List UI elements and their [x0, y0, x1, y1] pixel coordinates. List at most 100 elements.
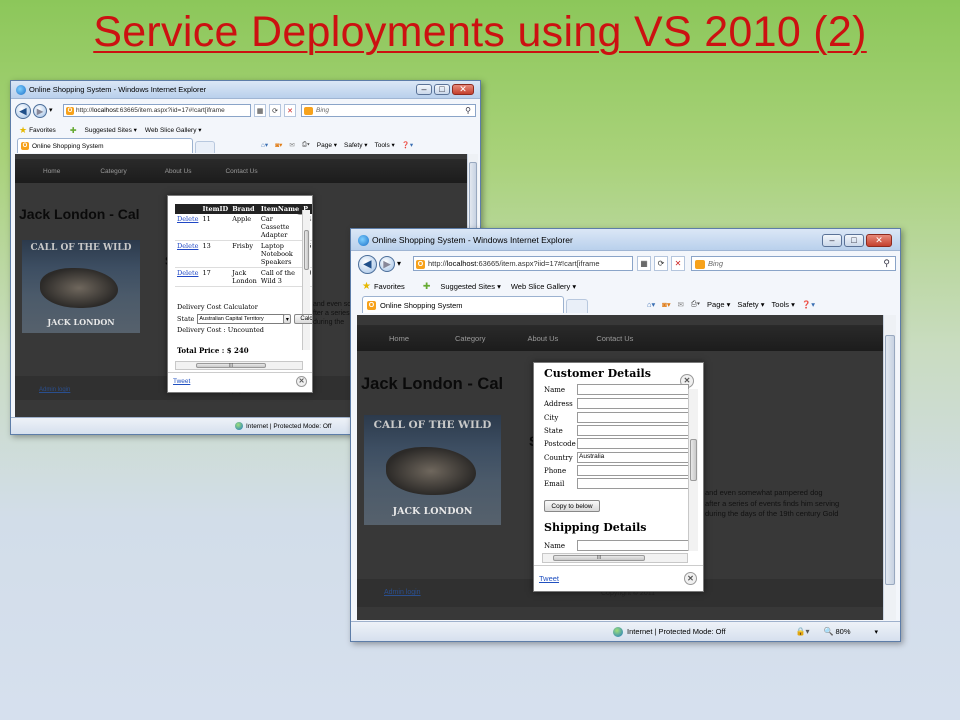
page-menu[interactable]: Page ▾: [317, 141, 337, 149]
nav-contact[interactable]: Contact Us: [225, 168, 257, 175]
delete-link[interactable]: Delete: [177, 242, 198, 250]
new-tab-button[interactable]: [195, 141, 215, 153]
web-slice-gallery-link[interactable]: Web Slice Gallery ▾: [145, 126, 202, 134]
add-favorite-icon[interactable]: ✚: [70, 126, 77, 135]
new-tab-button[interactable]: [566, 299, 588, 313]
tweet-link[interactable]: Tweet: [539, 574, 559, 583]
copy-to-below-button[interactable]: Copy to below: [544, 500, 600, 512]
compat-view-icon[interactable]: ▦: [637, 256, 651, 271]
nav-category[interactable]: Category: [455, 334, 485, 343]
footer-close-icon[interactable]: ✕: [296, 376, 307, 387]
name-input[interactable]: [577, 384, 689, 395]
favorites-button[interactable]: Favorites: [29, 127, 56, 134]
tools-menu[interactable]: Tools ▾: [375, 141, 395, 149]
zoom-level[interactable]: 80%: [835, 627, 850, 636]
nav-contact[interactable]: Contact Us: [596, 334, 633, 343]
close-button[interactable]: ✕: [866, 234, 892, 247]
help-icon[interactable]: ❓▾: [802, 300, 815, 309]
compat-view-icon[interactable]: ▦: [254, 104, 266, 117]
phone-input[interactable]: [577, 465, 689, 476]
safety-menu[interactable]: Safety ▾: [737, 300, 764, 309]
feeds-icon[interactable]: ◙▾: [275, 141, 282, 149]
web-slice-gallery-link[interactable]: Web Slice Gallery ▾: [511, 282, 576, 291]
cart-horizontal-scrollbar[interactable]: III: [175, 361, 303, 370]
refresh-icon[interactable]: ⟳: [654, 256, 668, 271]
customer-details-heading: Customer Details: [544, 367, 651, 380]
col-itemname: ItemName: [258, 204, 302, 214]
tools-menu[interactable]: Tools ▾: [772, 300, 795, 309]
zoom-icon[interactable]: 🔍: [824, 627, 834, 636]
postcode-input[interactable]: [577, 438, 689, 449]
help-icon[interactable]: ❓▾: [402, 141, 413, 149]
minimize-button[interactable]: –: [822, 234, 842, 247]
feeds-icon[interactable]: ◙▾: [662, 300, 670, 309]
state-input[interactable]: [577, 425, 689, 436]
history-dropdown-icon[interactable]: ▾: [49, 106, 53, 114]
calc-button[interactable]: Calc: [294, 314, 312, 324]
phone-field: Phone: [544, 465, 694, 476]
nav-home[interactable]: Home: [43, 168, 60, 175]
admin-login-link[interactable]: Admin login: [39, 387, 70, 393]
history-dropdown-icon[interactable]: ▾: [397, 259, 401, 268]
delete-link[interactable]: Delete: [177, 215, 198, 223]
minimize-button[interactable]: –: [416, 84, 432, 95]
nav-about[interactable]: About Us: [165, 168, 192, 175]
tweet-link[interactable]: Tweet: [173, 378, 190, 385]
state-select[interactable]: Australian Capital Territory: [197, 314, 285, 324]
maximize-button[interactable]: □: [844, 234, 864, 247]
country-input[interactable]: Australia: [577, 452, 689, 463]
search-icon[interactable]: ⚲: [465, 106, 471, 115]
add-favorite-icon[interactable]: ✚: [423, 281, 431, 292]
admin-login-link[interactable]: Admin login: [384, 589, 421, 596]
address-input[interactable]: [577, 398, 689, 409]
shipping-name-input[interactable]: [577, 540, 689, 551]
page-vertical-scrollbar[interactable]: [883, 315, 896, 620]
delete-link[interactable]: Delete: [177, 269, 198, 277]
details-horizontal-scrollbar[interactable]: III: [542, 553, 688, 563]
search-box[interactable]: Bing ⚲: [301, 104, 476, 117]
stop-icon[interactable]: ✕: [284, 104, 296, 117]
home-icon[interactable]: ⌂▾: [261, 141, 268, 149]
page-menu[interactable]: Page ▾: [707, 300, 730, 309]
nav-home[interactable]: Home: [389, 334, 409, 343]
security-icon[interactable]: 🔒▾: [796, 627, 810, 636]
state-dropdown-icon[interactable]: ▾: [283, 314, 292, 324]
home-icon[interactable]: ⌂▾: [647, 300, 655, 309]
forward-button[interactable]: ▶: [379, 256, 395, 272]
favorites-button[interactable]: Favorites: [374, 282, 405, 291]
nav-category[interactable]: Category: [100, 168, 126, 175]
close-button[interactable]: ✕: [452, 84, 474, 95]
suggested-sites-link[interactable]: Suggested Sites ▾: [85, 126, 137, 134]
mail-icon[interactable]: ✉: [289, 141, 294, 149]
details-vertical-scrollbar[interactable]: [688, 389, 698, 551]
maximize-button[interactable]: □: [434, 84, 450, 95]
back-button[interactable]: ◀: [15, 103, 31, 119]
tab-online-shopping[interactable]: O Online Shopping System: [362, 296, 564, 313]
print-icon[interactable]: ⎙▾: [691, 299, 700, 309]
address-bar[interactable]: O http://localhost:63665/item.aspx?iid=1…: [63, 104, 251, 117]
cover-wolf-shape: [386, 447, 476, 495]
internet-zone-icon: [235, 422, 243, 430]
suggested-sites-link[interactable]: Suggested Sites ▾: [440, 282, 500, 291]
stop-icon[interactable]: ✕: [671, 256, 685, 271]
tab-page-icon: O: [21, 142, 29, 150]
table-row: Delete 17 Jack London Call of the Wild 3…: [175, 267, 312, 287]
zoom-dropdown-icon[interactable]: ▾: [875, 628, 879, 636]
print-icon[interactable]: ⎙▾: [302, 141, 310, 149]
address-bar[interactable]: O http://localhost:63665/item.aspx?iid=1…: [413, 256, 633, 271]
back-button[interactable]: ◀: [358, 255, 377, 274]
cart-vertical-scrollbar[interactable]: [302, 210, 310, 350]
refresh-icon[interactable]: ⟳: [269, 104, 281, 117]
window-controls: – □ ✕: [416, 84, 474, 95]
email-input[interactable]: [577, 478, 689, 489]
footer-close-icon[interactable]: ✕: [684, 572, 697, 585]
search-icon[interactable]: ⚲: [883, 258, 890, 269]
city-input[interactable]: [577, 412, 689, 423]
search-box[interactable]: Bing ⚲: [691, 256, 896, 271]
nav-about[interactable]: About Us: [527, 334, 558, 343]
tab-online-shopping[interactable]: O Online Shopping System: [17, 138, 193, 153]
safety-menu[interactable]: Safety ▾: [344, 141, 368, 149]
tab-page-icon: O: [367, 300, 376, 310]
mail-icon[interactable]: ✉: [678, 300, 684, 309]
forward-button[interactable]: ▶: [33, 104, 47, 118]
